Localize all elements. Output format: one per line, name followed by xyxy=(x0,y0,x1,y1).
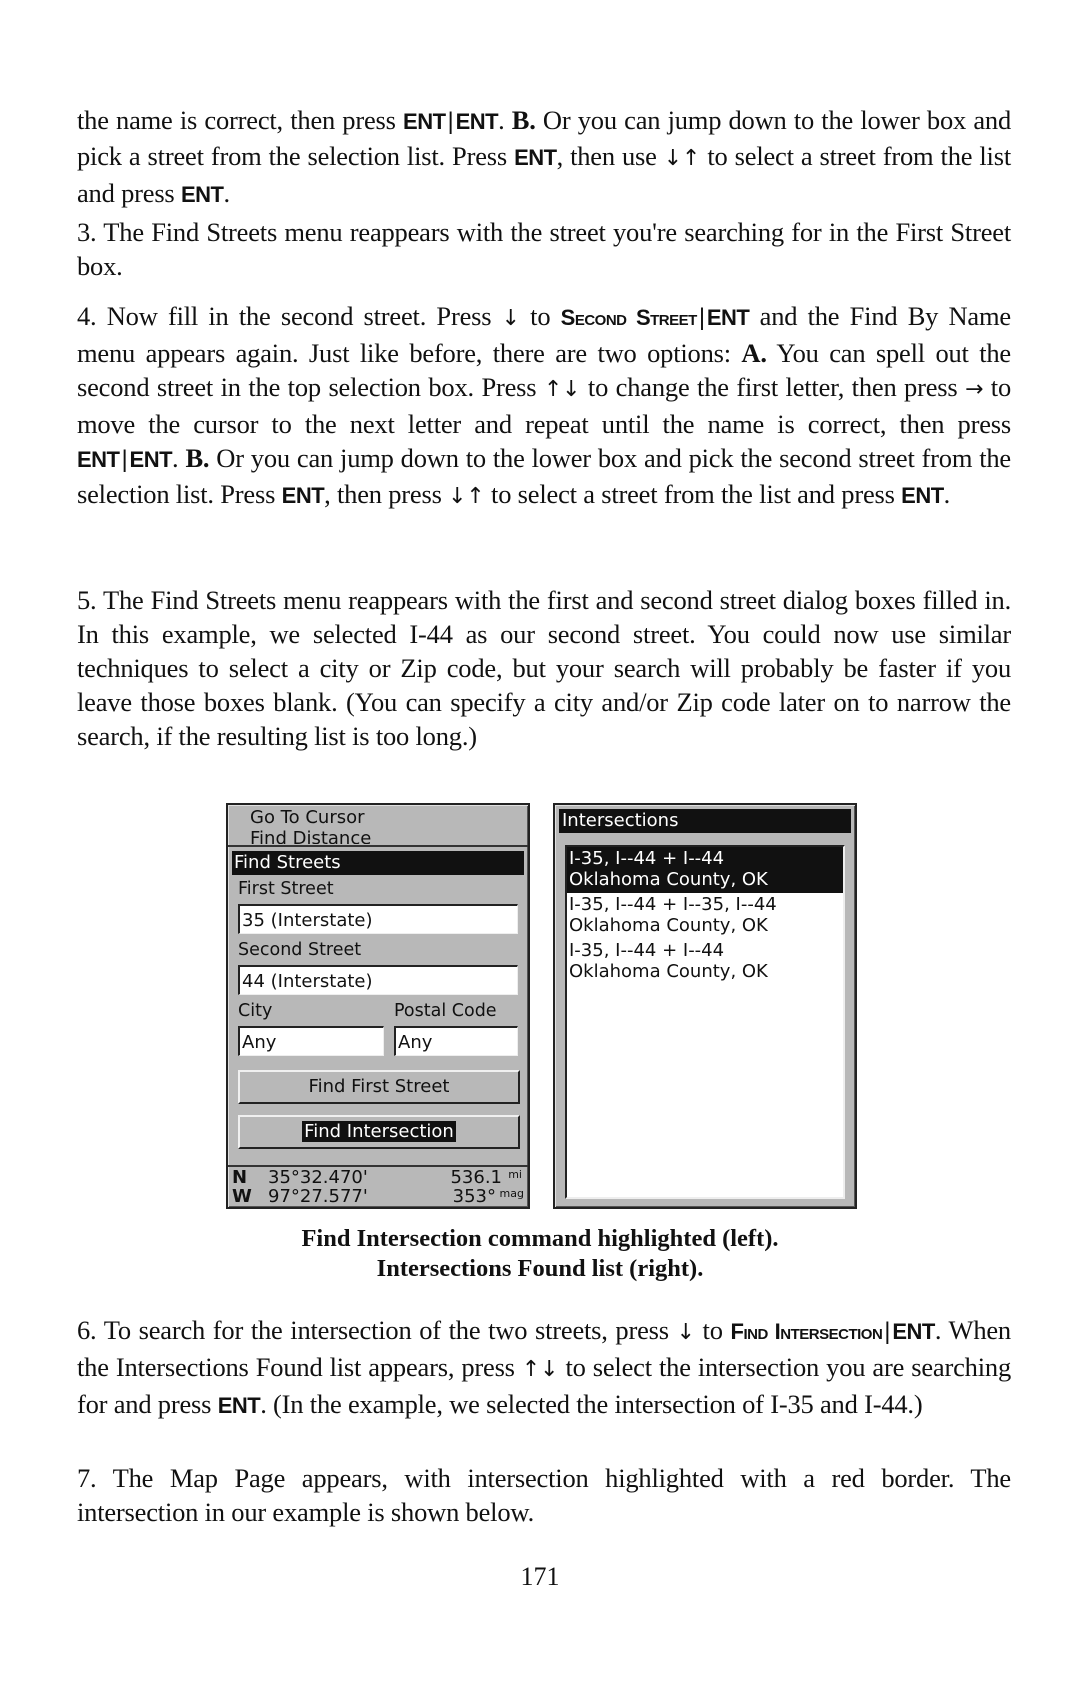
paragraph-step-2-continuation: the name is correct, then press ENT|ENT.… xyxy=(77,103,1011,212)
intersection-list-item[interactable]: I-35, I--44 + I--35, I--44 Oklahoma Coun… xyxy=(567,893,843,939)
option-b-label: B. xyxy=(185,443,210,473)
paragraph-step-5: 5. The Find Streets menu reappears with … xyxy=(77,583,1011,753)
right-arrow-icon: → xyxy=(965,377,984,402)
divider xyxy=(228,845,528,847)
postal-code-field[interactable]: Any xyxy=(394,1026,518,1056)
find-streets-title: Find Streets xyxy=(232,851,524,875)
city-label: City xyxy=(238,1001,273,1021)
bearing-value: 353° xyxy=(452,1186,496,1207)
up-down-arrow-icon: ↑↓ xyxy=(521,1357,559,1382)
intersection-location: Oklahoma County, OK xyxy=(569,915,768,936)
step-5-text: 5. The Find Streets menu reappears with … xyxy=(77,585,1011,751)
text: to xyxy=(519,301,561,331)
caption-line-1: Find Intersection command highlighted (l… xyxy=(301,1225,779,1252)
ent-key: ENT xyxy=(892,1319,935,1344)
text: 4. Now fill in the second street. Press xyxy=(77,301,502,331)
option-b-label: B. xyxy=(511,105,536,135)
distance-value: 536.1 xyxy=(450,1167,502,1188)
first-street-field[interactable]: 35 (Interstate) xyxy=(238,904,518,934)
separator: | xyxy=(884,1318,891,1345)
ent-key: ENT xyxy=(706,305,750,330)
intersection-location: Oklahoma County, OK xyxy=(569,961,768,982)
paragraph-step-7: 7. The Map Page appears, with intersecti… xyxy=(77,1461,1011,1529)
text: . xyxy=(172,443,186,473)
bearing-unit: mag xyxy=(499,1187,524,1200)
first-street-label: First Street xyxy=(238,879,334,899)
ent-key: ENT xyxy=(217,1393,261,1418)
separator: | xyxy=(447,108,454,135)
longitude-direction: W xyxy=(232,1186,252,1207)
intersections-title: Intersections xyxy=(559,809,851,833)
latitude-row: N 35°32.470' 536.1 mi xyxy=(232,1168,522,1187)
text: to select a street from the list and pre… xyxy=(484,479,902,509)
find-first-street-button[interactable]: Find First Street xyxy=(238,1070,520,1104)
paragraph-step-3: 3. The Find Streets menu reappears with … xyxy=(77,215,1011,283)
down-arrow-icon: ↓ xyxy=(501,306,520,331)
text: 6. To search for the intersection of the… xyxy=(77,1315,677,1345)
intersection-name: I-35, I--44 + I--35, I--44 xyxy=(569,894,777,915)
find-streets-screen: Go To Cursor Find Distance Find Streets … xyxy=(226,803,530,1209)
separator: | xyxy=(698,304,705,331)
text: . (In the example, we selected the inter… xyxy=(260,1389,923,1419)
intersection-list-item[interactable]: I-35, I--44 + I--44 Oklahoma County, OK xyxy=(567,939,843,985)
paragraph-step-4: 4. Now fill in the second street. Press … xyxy=(77,299,1011,514)
down-up-arrow-icon: ↓↑ xyxy=(448,484,485,509)
second-street-label: Second Street xyxy=(238,940,362,960)
latitude-direction: N xyxy=(232,1167,248,1188)
intersections-list: I-35, I--44 + I--44 Oklahoma County, OK … xyxy=(565,845,845,1199)
longitude-row: W 97°27.577' 353° mag xyxy=(232,1186,524,1207)
city-field[interactable]: Any xyxy=(238,1026,384,1056)
ent-key: ENT xyxy=(129,447,173,472)
ent-key: ENT xyxy=(77,447,120,472)
distance-unit: mi xyxy=(508,1168,522,1181)
paragraph-step-6: 6. To search for the intersection of the… xyxy=(77,1313,1011,1423)
caption-line-2: Intersections Found list (right). xyxy=(376,1255,704,1282)
ent-key: ENT xyxy=(514,145,557,170)
intersection-name: I-35, I--44 + I--44 xyxy=(569,940,725,961)
latitude-value: 35°32.470' xyxy=(268,1167,368,1188)
find-intersection-label: Find Intersection xyxy=(302,1121,456,1142)
text: to xyxy=(694,1315,731,1345)
menu-command: Find Intersection xyxy=(730,1319,883,1344)
down-up-arrow-icon: ↓↑ xyxy=(663,146,701,171)
second-street-field[interactable]: 44 (Interstate) xyxy=(238,965,518,995)
find-first-street-label: Find First Street xyxy=(308,1076,450,1097)
text: to change the first letter, then press xyxy=(580,372,966,402)
text: . xyxy=(498,105,512,135)
text: , then press xyxy=(324,479,449,509)
text: . xyxy=(223,178,230,208)
option-a-label: A. xyxy=(741,338,767,368)
intersection-list-item[interactable]: I-35, I--44 + I--44 Oklahoma County, OK xyxy=(567,847,843,893)
find-intersection-button[interactable]: Find Intersection xyxy=(238,1115,520,1149)
menu-item-go-to-cursor[interactable]: Go To Cursor xyxy=(250,807,365,829)
ent-key: ENT xyxy=(180,182,224,207)
postal-code-label: Postal Code xyxy=(394,1001,497,1021)
menu-command: Second Street xyxy=(560,305,698,330)
position-status-bar: N 35°32.470' 536.1 mi W 97°27.577' 353° … xyxy=(228,1165,528,1207)
ent-key: ENT xyxy=(403,109,446,134)
text: , then use xyxy=(556,141,664,171)
intersection-location: Oklahoma County, OK xyxy=(569,869,768,890)
ent-key: ENT xyxy=(455,109,499,134)
figure-caption: Find Intersection command highlighted (l… xyxy=(0,1224,1080,1284)
menu-item-find-distance[interactable]: Find Distance xyxy=(250,828,371,844)
intersection-name: I-35, I--44 + I--44 xyxy=(569,848,725,869)
step-3-text: 3. The Find Streets menu reappears with … xyxy=(77,217,1011,281)
longitude-value: 97°27.577' xyxy=(268,1186,368,1207)
page-number: 171 xyxy=(520,1562,560,1591)
ent-key: ENT xyxy=(281,483,325,508)
intersections-screen: Intersections I-35, I--44 + I--44 Oklaho… xyxy=(553,803,857,1209)
separator: | xyxy=(121,446,128,473)
step-7-text: 7. The Map Page appears, with intersecti… xyxy=(77,1463,1011,1527)
text: the name is correct, then press xyxy=(77,105,404,135)
ent-key: ENT xyxy=(901,483,944,508)
down-arrow-icon: ↓ xyxy=(676,1320,695,1345)
up-down-arrow-icon: ↑↓ xyxy=(543,377,581,402)
text: . xyxy=(943,479,951,509)
